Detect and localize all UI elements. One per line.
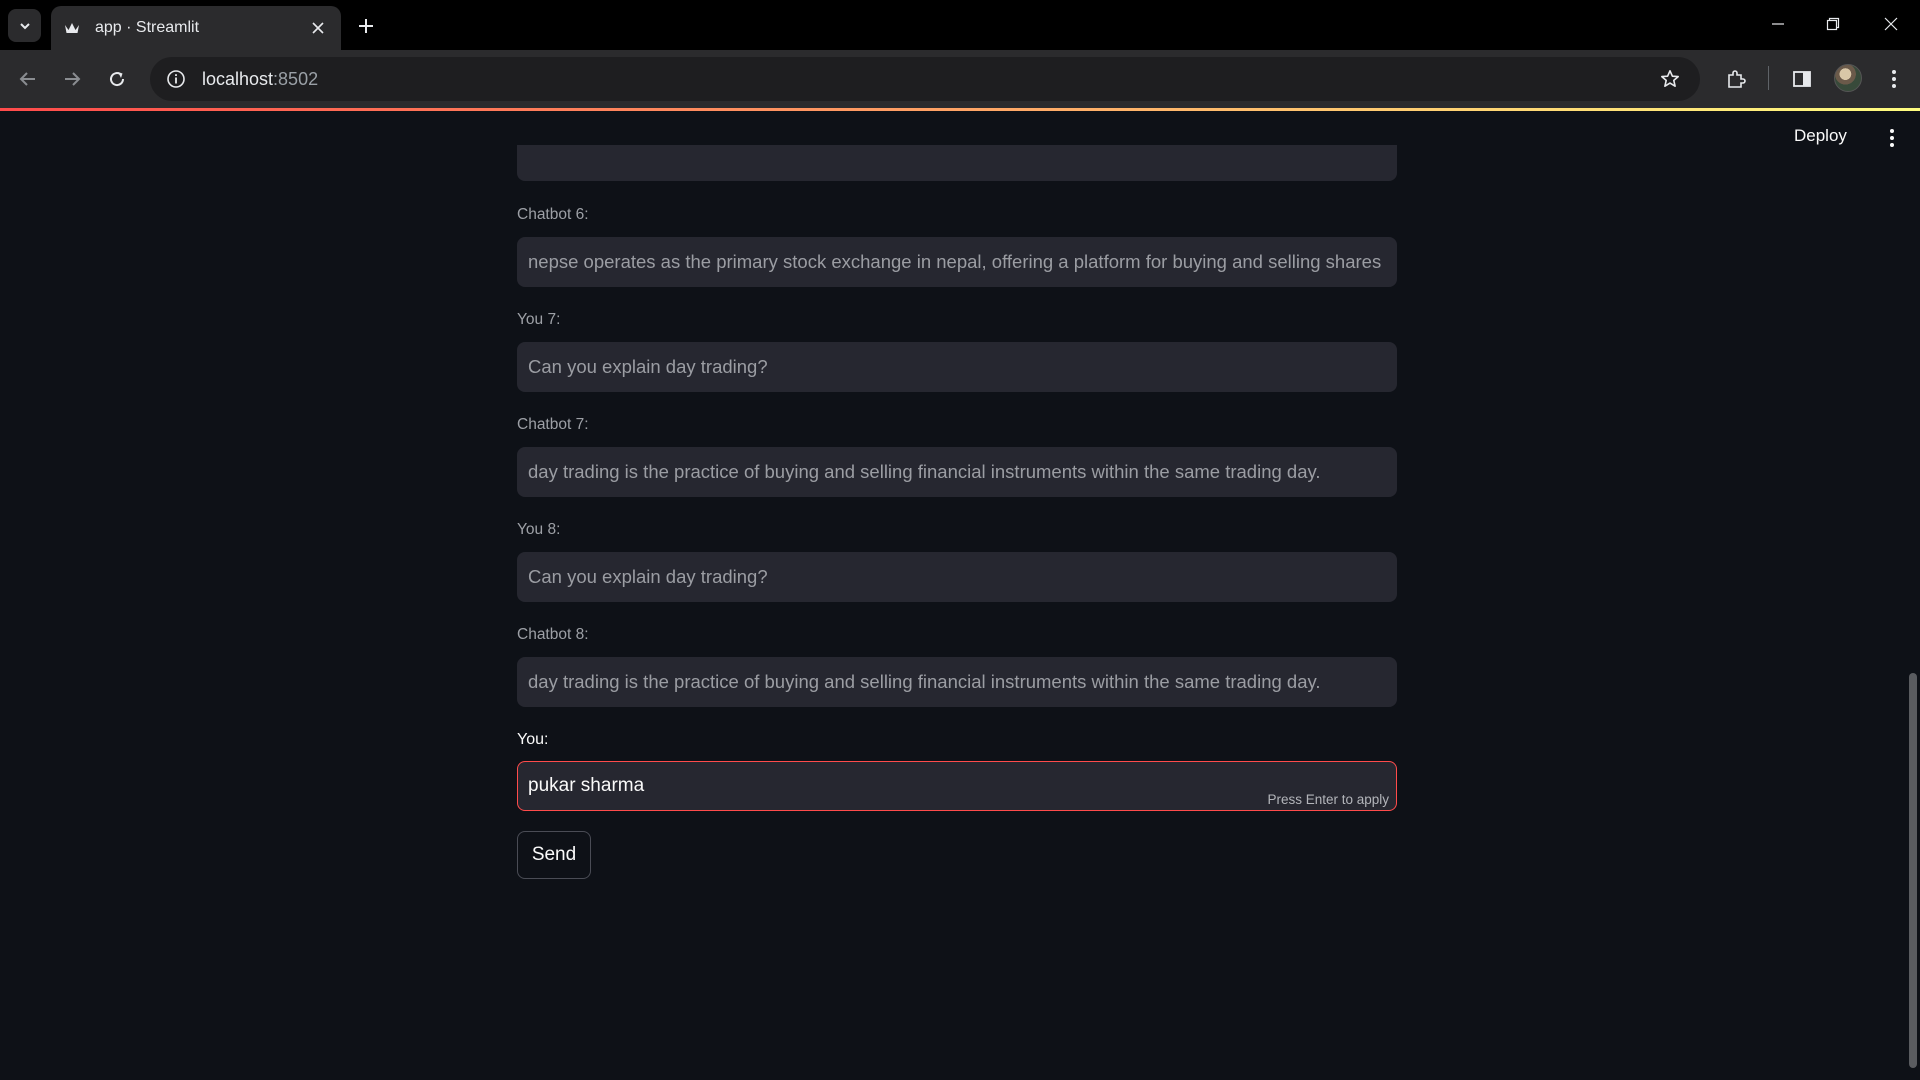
app-menu-button[interactable] (1880, 124, 1904, 152)
bookmark-star-icon[interactable] (1650, 59, 1690, 99)
back-button[interactable] (12, 63, 44, 95)
browser-tabstrip: app · Streamlit (0, 0, 1920, 50)
user-input-field[interactable]: pukar sharma Press Enter to apply (517, 761, 1397, 811)
url-port: :8502 (273, 68, 319, 89)
close-icon (1884, 17, 1898, 31)
arrow-right-icon (65, 72, 81, 86)
vertical-dots-icon (1892, 70, 1896, 88)
tab-search-button[interactable] (8, 9, 41, 42)
page-scrollbar[interactable] (1909, 673, 1917, 1068)
tab-title: app · Streamlit (95, 19, 200, 36)
chat-label: You 7: (517, 311, 561, 328)
puzzle-icon (1728, 70, 1746, 88)
side-panel-button[interactable] (1786, 63, 1818, 95)
chat-label: Chatbot 7: (517, 416, 589, 433)
chat-history-field[interactable]: day trading is the practice of buying an… (517, 657, 1397, 707)
browser-tab[interactable]: app · Streamlit (51, 6, 341, 50)
toolbar-separator (1768, 66, 1769, 90)
chat-label: Chatbot 8: (517, 626, 589, 643)
vertical-dots-icon (1890, 129, 1894, 147)
plus-icon (359, 19, 373, 33)
header-decoration-bar (0, 108, 1920, 111)
chat-history-field[interactable]: Can you explain day trading? (517, 342, 1397, 392)
chat-label: You 8: (517, 521, 561, 538)
url-text: localhost:8502 (202, 69, 1650, 90)
chat-history-field[interactable]: Can you explain day trading? (517, 552, 1397, 602)
extensions-button[interactable] (1720, 63, 1752, 95)
side-panel-icon (1793, 71, 1811, 87)
streamlit-app: Deploy Chatbot 6: nepse operates as the … (0, 108, 1920, 1080)
press-enter-hint: Press Enter to apply (1267, 792, 1389, 807)
new-tab-button[interactable] (352, 12, 380, 40)
restore-icon (1826, 17, 1840, 31)
browser-toolbar: localhost:8502 (0, 50, 1920, 108)
forward-button[interactable] (56, 63, 88, 95)
streamlit-crown-icon (63, 19, 81, 37)
chat-label: Chatbot 6: (517, 206, 589, 223)
chat-history-field-partial[interactable] (517, 145, 1397, 181)
restore-button[interactable] (1810, 6, 1856, 42)
tab-close-icon[interactable] (305, 15, 331, 41)
send-button[interactable]: Send (517, 831, 591, 879)
chat-history-field[interactable]: nepse operates as the primary stock exch… (517, 237, 1397, 287)
arrow-left-icon (19, 72, 35, 86)
user-input-value: pukar sharma (528, 775, 645, 796)
chat-history-field[interactable]: day trading is the practice of buying an… (517, 447, 1397, 497)
site-info-icon[interactable] (154, 57, 198, 101)
minimize-icon (1772, 23, 1784, 25)
deploy-button[interactable]: Deploy (1794, 126, 1847, 150)
chevron-down-icon (19, 22, 30, 29)
profile-avatar[interactable] (1834, 64, 1862, 92)
minimize-button[interactable] (1755, 6, 1801, 42)
browser-menu-button[interactable] (1878, 63, 1910, 95)
address-bar[interactable]: localhost:8502 (150, 57, 1700, 101)
url-host: localhost (202, 68, 274, 89)
user-input-label: You: (517, 731, 549, 748)
reload-button[interactable] (101, 63, 133, 95)
reload-icon (110, 72, 125, 87)
close-window-button[interactable] (1868, 6, 1914, 42)
